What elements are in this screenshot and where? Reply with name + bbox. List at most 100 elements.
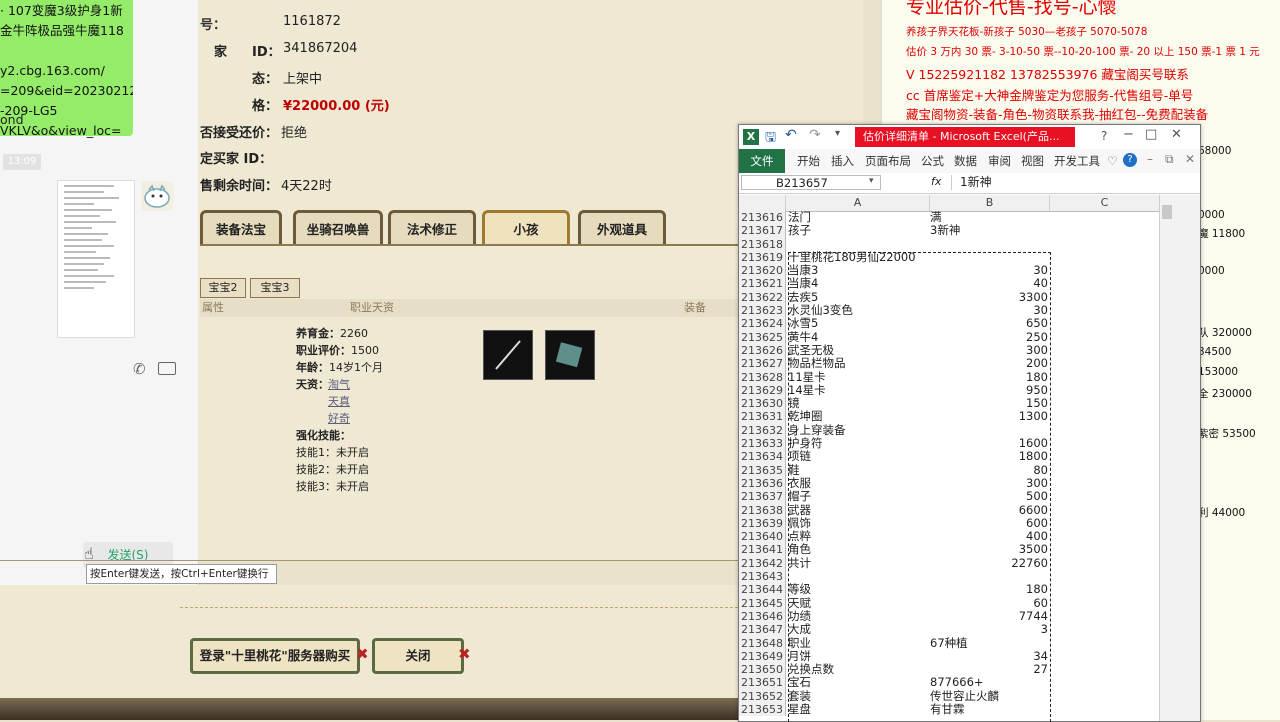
cell-b[interactable]: 3	[930, 623, 1048, 636]
equipment-slot-armor[interactable]	[545, 330, 595, 380]
table-row[interactable]: 213641 角色 3500	[739, 543, 1159, 557]
menu-view[interactable]: 视图	[1021, 149, 1044, 173]
table-row[interactable]: 213618	[739, 237, 1159, 251]
cell-b[interactable]: 250	[930, 331, 1048, 344]
table-row[interactable]: 213646 功绩 7744	[739, 609, 1159, 624]
cell-a[interactable]: 项链	[788, 450, 928, 463]
cell-a[interactable]: 11星卡	[788, 371, 928, 384]
cell-b[interactable]: 34	[930, 650, 1048, 663]
row-number[interactable]: 213652	[739, 689, 786, 703]
row-number[interactable]: 213626	[739, 343, 786, 358]
cell-b[interactable]: 传世容止火麟	[930, 690, 1048, 703]
row-number[interactable]: 213629	[739, 383, 786, 398]
cell-b[interactable]: 1600	[930, 437, 1048, 450]
name-box-dropdown-icon[interactable]: ▾	[869, 176, 874, 186]
table-row[interactable]: 213638 武器 6600	[739, 503, 1159, 517]
cell-a[interactable]: 乾坤圈	[788, 410, 928, 423]
cell-b[interactable]: 877666+	[930, 676, 1048, 689]
table-row[interactable]: 213635 鞋 80	[739, 463, 1159, 477]
cell-a[interactable]: 护身符	[788, 437, 928, 450]
cell-b[interactable]: 3500	[930, 543, 1048, 556]
cell-b[interactable]: 22760	[930, 557, 1048, 570]
cell-a[interactable]: 身上穿装备	[788, 424, 928, 437]
heart-icon[interactable]: ♡	[1107, 154, 1118, 168]
equipment-slot-weapon[interactable]	[483, 330, 533, 380]
cell-a[interactable]: 衣服	[788, 477, 928, 490]
cell-a[interactable]: 职业	[788, 637, 928, 650]
table-row[interactable]: 213649 月饼 34	[739, 649, 1159, 664]
table-row[interactable]: 213651 宝石 877666+	[739, 676, 1159, 690]
menu-developer[interactable]: 开发工具	[1054, 149, 1100, 173]
cell-a[interactable]: 14星卡	[788, 384, 928, 397]
table-row[interactable]: 213631 乾坤圈 1300	[739, 410, 1159, 424]
talent-link[interactable]: 淘气	[328, 377, 350, 393]
row-number[interactable]: 213618	[739, 237, 786, 251]
row-number[interactable]: 213625	[739, 330, 786, 344]
file-tab[interactable]: 文件	[739, 149, 785, 173]
cell-a[interactable]: 等级	[788, 583, 928, 596]
redo-icon[interactable]: ↷	[809, 127, 821, 143]
ribbon-help-icon[interactable]: ?	[1123, 153, 1137, 167]
name-box[interactable]: B213657	[741, 175, 881, 190]
cell-a[interactable]: 宝石	[788, 676, 928, 689]
cell-b[interactable]: 满	[930, 211, 1048, 224]
cell-a[interactable]: 月饼	[788, 650, 928, 663]
fx-icon[interactable]: fx	[931, 175, 941, 188]
cell-a[interactable]: 功绩	[788, 610, 928, 623]
cell-a[interactable]: 当康3	[788, 264, 928, 277]
menu-home[interactable]: 开始	[797, 149, 820, 173]
row-number[interactable]: 213621	[739, 277, 786, 291]
cell-b[interactable]: 67种植	[930, 637, 1048, 650]
row-number[interactable]: 213642	[739, 556, 786, 571]
row-number[interactable]: 213651	[739, 676, 786, 690]
cell-b[interactable]: 300	[930, 477, 1048, 490]
row-number[interactable]: 213649	[739, 649, 786, 664]
row-number[interactable]: 213643	[739, 570, 786, 584]
ribbon-restore-icon[interactable]: ⧉	[1165, 152, 1174, 167]
cell-b[interactable]: 1800	[930, 450, 1048, 463]
quick-access-dropdown-icon[interactable]: ▾	[835, 128, 840, 139]
cell-a[interactable]: 点粹	[788, 530, 928, 543]
row-number[interactable]: 213634	[739, 450, 786, 464]
cell-a[interactable]: 星盘	[788, 703, 928, 716]
row-number[interactable]: 213653	[739, 702, 786, 717]
table-row[interactable]: 213621 当康4 40	[739, 277, 1159, 291]
row-number[interactable]: 213630	[739, 397, 786, 411]
table-row[interactable]: 213619 十里桃花180男仙22000	[739, 250, 1159, 265]
cell-a[interactable]: 武圣无极	[788, 344, 928, 357]
row-number[interactable]: 213623	[739, 304, 786, 318]
row-number[interactable]: 213647	[739, 623, 786, 637]
row-number[interactable]: 213635	[739, 463, 786, 477]
cell-a[interactable]: 孩子	[788, 224, 928, 237]
cell-a[interactable]: 鞋	[788, 464, 928, 477]
table-row[interactable]: 213640 点粹 400	[739, 530, 1159, 544]
table-row[interactable]: 213624 冰雪5 650	[739, 317, 1159, 331]
menu-data[interactable]: 数据	[954, 149, 977, 173]
table-row[interactable]: 213644 等级 180	[739, 583, 1159, 597]
menu-page-layout[interactable]: 页面布局	[865, 149, 911, 173]
table-row[interactable]: 213629 14星卡 950	[739, 383, 1159, 398]
cell-a[interactable]: 水灵仙3变色	[788, 304, 928, 317]
cell-b[interactable]: 200	[930, 357, 1048, 370]
maximize-icon[interactable]: □	[1145, 127, 1157, 142]
row-number[interactable]: 213617	[739, 224, 786, 238]
cell-b[interactable]: 3新神	[930, 224, 1048, 237]
login-server-buy-button[interactable]: 登录"十里桃花"服务器购买	[190, 638, 360, 674]
cell-b[interactable]: 60	[930, 597, 1048, 610]
close-button[interactable]: 关闭	[372, 638, 464, 674]
row-number[interactable]: 213638	[739, 503, 786, 517]
column-header-c[interactable]: C	[1050, 195, 1160, 211]
table-row[interactable]: 213647 大成 3	[739, 623, 1159, 637]
talent-link[interactable]: 好奇	[328, 411, 350, 427]
row-number[interactable]: 213640	[739, 530, 786, 544]
cell-b[interactable]: 180	[930, 371, 1048, 384]
spreadsheet-grid[interactable]: 213616 法门满 213617 孩子 3新神 213618 213619 十里桃花180男…	[739, 211, 1159, 721]
cell-b[interactable]: 650	[930, 317, 1048, 330]
table-row[interactable]: 213626 武圣无极 300	[739, 343, 1159, 358]
table-row[interactable]: 213617 孩子 3新神	[739, 224, 1159, 238]
table-row[interactable]: 213636 衣服 300	[739, 476, 1159, 491]
row-number[interactable]: 213631	[739, 410, 786, 424]
cell-b[interactable]: 40	[930, 277, 1048, 290]
table-row[interactable]: 213633 护身符 1600	[739, 437, 1159, 451]
table-row[interactable]: 213632 身上穿装备	[739, 423, 1159, 438]
